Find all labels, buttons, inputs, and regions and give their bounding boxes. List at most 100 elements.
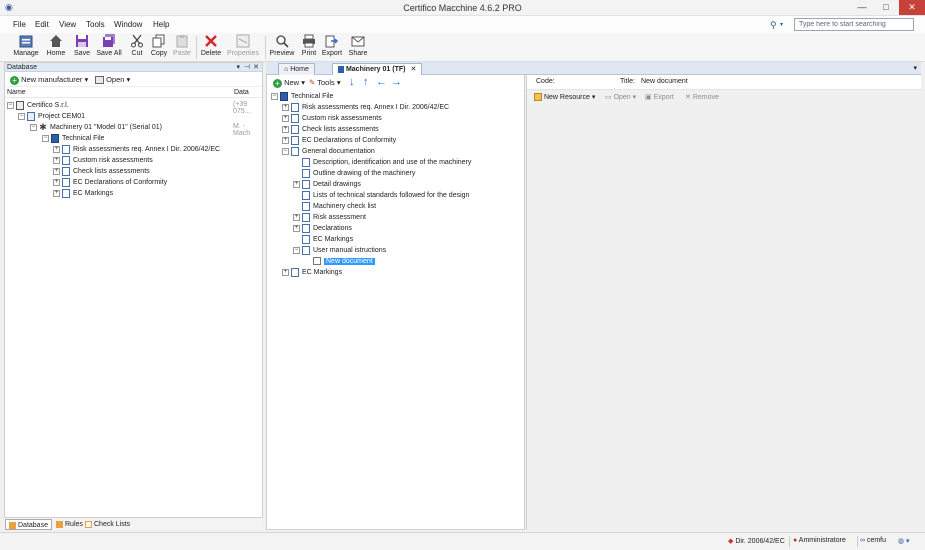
tree-node-machinery[interactable]: − ✱ Machinery 01 "Model 01" (Serial 01) bbox=[30, 122, 162, 133]
panel-menu-icon[interactable]: ▾ bbox=[236, 63, 240, 72]
home-button[interactable]: Home bbox=[44, 34, 68, 61]
search-icon[interactable]: ⚲ bbox=[770, 20, 777, 31]
panel-close-icon[interactable]: ✕ bbox=[253, 63, 259, 72]
tf-node-declarations[interactable]: + Declarations bbox=[293, 223, 352, 234]
expand-icon[interactable]: + bbox=[53, 178, 60, 186]
directive-status[interactable]: ◆ Dir. 2006/42/EC bbox=[728, 537, 785, 545]
paste-button[interactable]: Paste bbox=[172, 34, 192, 61]
connection-status[interactable]: ∞ cemfu bbox=[860, 537, 886, 544]
tree-node-company[interactable]: − Certifico S.r.l. bbox=[7, 100, 69, 111]
tree-node-project[interactable]: − Project CEM01 bbox=[18, 111, 85, 122]
menu-tools[interactable]: Tools bbox=[86, 20, 105, 29]
tree-node-check-lists[interactable]: + Check lists assessments bbox=[53, 166, 150, 177]
tf-node-ec-markings-sub[interactable]: EC Markings bbox=[302, 234, 353, 245]
tf-node-new-document[interactable]: New document bbox=[313, 256, 375, 267]
expand-icon[interactable]: + bbox=[282, 136, 289, 144]
panel-pin-icon[interactable]: ⊣ bbox=[244, 63, 250, 72]
delete-button[interactable]: Delete bbox=[199, 34, 223, 61]
expand-icon[interactable]: + bbox=[53, 145, 60, 153]
tf-node-ec-markings[interactable]: + EC Markings bbox=[282, 267, 342, 278]
tf-node-risk-assessment[interactable]: + Risk assessment bbox=[293, 212, 366, 223]
menu-file[interactable]: File bbox=[13, 20, 26, 29]
tf-node-technical-standards[interactable]: Lists of technical standards followed fo… bbox=[302, 190, 469, 201]
tab-home[interactable]: ⌂ Home bbox=[278, 63, 315, 75]
search-input[interactable] bbox=[794, 18, 914, 31]
menu-view[interactable]: View bbox=[59, 20, 76, 29]
tab-machinery[interactable]: Machinery 01 (TF) ✕ bbox=[332, 63, 423, 75]
collapse-icon[interactable]: − bbox=[271, 92, 278, 100]
tf-node-detail-drawings[interactable]: + Detail drawings bbox=[293, 179, 361, 190]
tf-node-outline-drawing[interactable]: Outline drawing of the machinery bbox=[302, 168, 415, 179]
expand-icon[interactable]: + bbox=[282, 125, 289, 133]
properties-button[interactable]: Properties bbox=[226, 34, 260, 61]
tab-database[interactable]: Database bbox=[5, 519, 52, 530]
maximize-button[interactable]: □ bbox=[875, 0, 897, 15]
expand-icon[interactable]: + bbox=[293, 224, 300, 232]
expand-icon[interactable]: + bbox=[282, 114, 289, 122]
move-up-icon[interactable]: ↑ bbox=[363, 76, 369, 88]
move-right-icon[interactable]: → bbox=[391, 76, 402, 88]
tf-node-check-lists[interactable]: + Check lists assessments bbox=[282, 124, 379, 135]
title-field[interactable]: New document bbox=[641, 78, 688, 85]
preview-button[interactable]: Preview bbox=[269, 34, 295, 61]
open-button[interactable]: Open ▾ bbox=[95, 75, 130, 85]
expand-icon[interactable]: + bbox=[282, 268, 289, 276]
tf-node-custom-risk[interactable]: + Custom risk assessments bbox=[282, 113, 382, 124]
export-button[interactable]: Export bbox=[321, 34, 343, 61]
collapse-icon[interactable]: − bbox=[293, 246, 300, 254]
tf-node-ec-declarations[interactable]: + EC Declarations of Conformity bbox=[282, 135, 396, 146]
cut-button[interactable]: Cut bbox=[128, 34, 146, 61]
checkbox[interactable] bbox=[313, 257, 321, 266]
collapse-icon[interactable]: − bbox=[18, 112, 25, 120]
copy-button[interactable]: Copy bbox=[149, 34, 169, 61]
expand-icon[interactable]: + bbox=[293, 213, 300, 221]
tab-rules[interactable]: Rules bbox=[53, 519, 86, 530]
tf-node-description[interactable]: Description, identification and use of t… bbox=[302, 157, 471, 168]
menu-edit[interactable]: Edit bbox=[35, 20, 49, 29]
user-status[interactable]: ● Amministratore bbox=[793, 537, 846, 544]
new-resource-button[interactable]: New Resource ▾ bbox=[534, 93, 595, 102]
close-window-button[interactable]: ✕ bbox=[899, 0, 925, 15]
new-button[interactable]: + New ▾ bbox=[273, 78, 305, 88]
search-dropdown-icon[interactable]: ▾ bbox=[780, 21, 783, 28]
print-button[interactable]: Print bbox=[300, 34, 318, 61]
collapse-icon[interactable]: − bbox=[42, 134, 49, 142]
collapse-icon[interactable]: − bbox=[282, 147, 289, 155]
tf-node-technical-file[interactable]: − Technical File bbox=[271, 91, 333, 102]
expand-icon[interactable]: + bbox=[53, 156, 60, 164]
save-all-button[interactable]: Save All bbox=[95, 34, 123, 61]
tools-button[interactable]: ✎ Tools ▾ bbox=[309, 78, 341, 87]
expand-icon[interactable]: + bbox=[293, 180, 300, 188]
collapse-icon[interactable]: − bbox=[30, 123, 37, 131]
globe-icon[interactable]: ◍ ▾ bbox=[898, 537, 910, 545]
save-button[interactable]: Save bbox=[73, 34, 91, 61]
minimize-button[interactable]: — bbox=[851, 0, 873, 15]
new-manufacturer-button[interactable]: + New manufacturer ▾ bbox=[10, 75, 88, 85]
expand-icon[interactable]: + bbox=[53, 189, 60, 197]
export-resource-button[interactable]: ▣ Export bbox=[645, 93, 674, 101]
tabs-dropdown-icon[interactable]: ▾ bbox=[913, 64, 917, 72]
manage-button[interactable]: Manage bbox=[10, 34, 42, 61]
expand-icon[interactable]: + bbox=[53, 167, 60, 175]
remove-resource-button[interactable]: ✕ Remove bbox=[685, 93, 719, 101]
tf-node-general-documentation[interactable]: − General documentation bbox=[282, 146, 375, 157]
column-data[interactable]: Data bbox=[234, 89, 249, 96]
collapse-icon[interactable]: − bbox=[7, 101, 14, 109]
tree-node-ec-markings[interactable]: + EC Markings bbox=[53, 188, 113, 199]
expand-icon[interactable]: + bbox=[282, 103, 289, 111]
move-down-icon[interactable]: ↓ bbox=[349, 76, 355, 88]
tree-node-custom-risk[interactable]: + Custom risk assessments bbox=[53, 155, 153, 166]
column-name[interactable]: Name bbox=[7, 89, 26, 96]
tree-node-risk-assessments[interactable]: + Risk assessments req. Annex I Dir. 2006… bbox=[53, 144, 220, 155]
tf-node-risk-assessments[interactable]: + Risk assessments req. Annex I Dir. 2006… bbox=[282, 102, 449, 113]
move-left-icon[interactable]: ← bbox=[376, 76, 387, 88]
open-resource-button[interactable]: ▭ Open ▾ bbox=[605, 93, 636, 101]
tf-node-user-manual[interactable]: − User manual istructions bbox=[293, 245, 386, 256]
tree-node-technical-file[interactable]: − Technical File bbox=[42, 133, 104, 144]
tab-check-lists[interactable]: Check Lists bbox=[82, 519, 133, 530]
tree-node-ec-declarations[interactable]: + EC Declarations of Conformity bbox=[53, 177, 167, 188]
close-tab-icon[interactable]: ✕ bbox=[410, 66, 416, 73]
tf-node-machinery-check-list[interactable]: Machinery check list bbox=[302, 201, 376, 212]
share-button[interactable]: Share bbox=[347, 34, 369, 61]
menu-help[interactable]: Help bbox=[153, 20, 169, 29]
